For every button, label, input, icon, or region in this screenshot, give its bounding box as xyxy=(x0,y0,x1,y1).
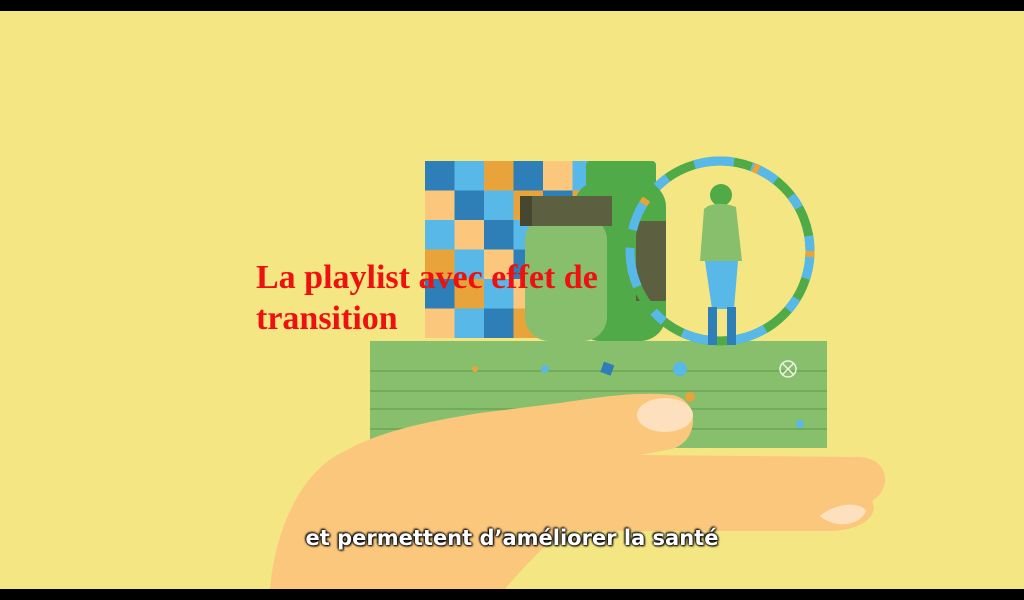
video-player[interactable]: et permettent d’améliorer la santé La pl… xyxy=(0,0,1024,600)
video-subtitle: et permettent d’améliorer la santé xyxy=(305,526,719,550)
overlay-title: La playlist avec effet de transition xyxy=(256,259,598,337)
